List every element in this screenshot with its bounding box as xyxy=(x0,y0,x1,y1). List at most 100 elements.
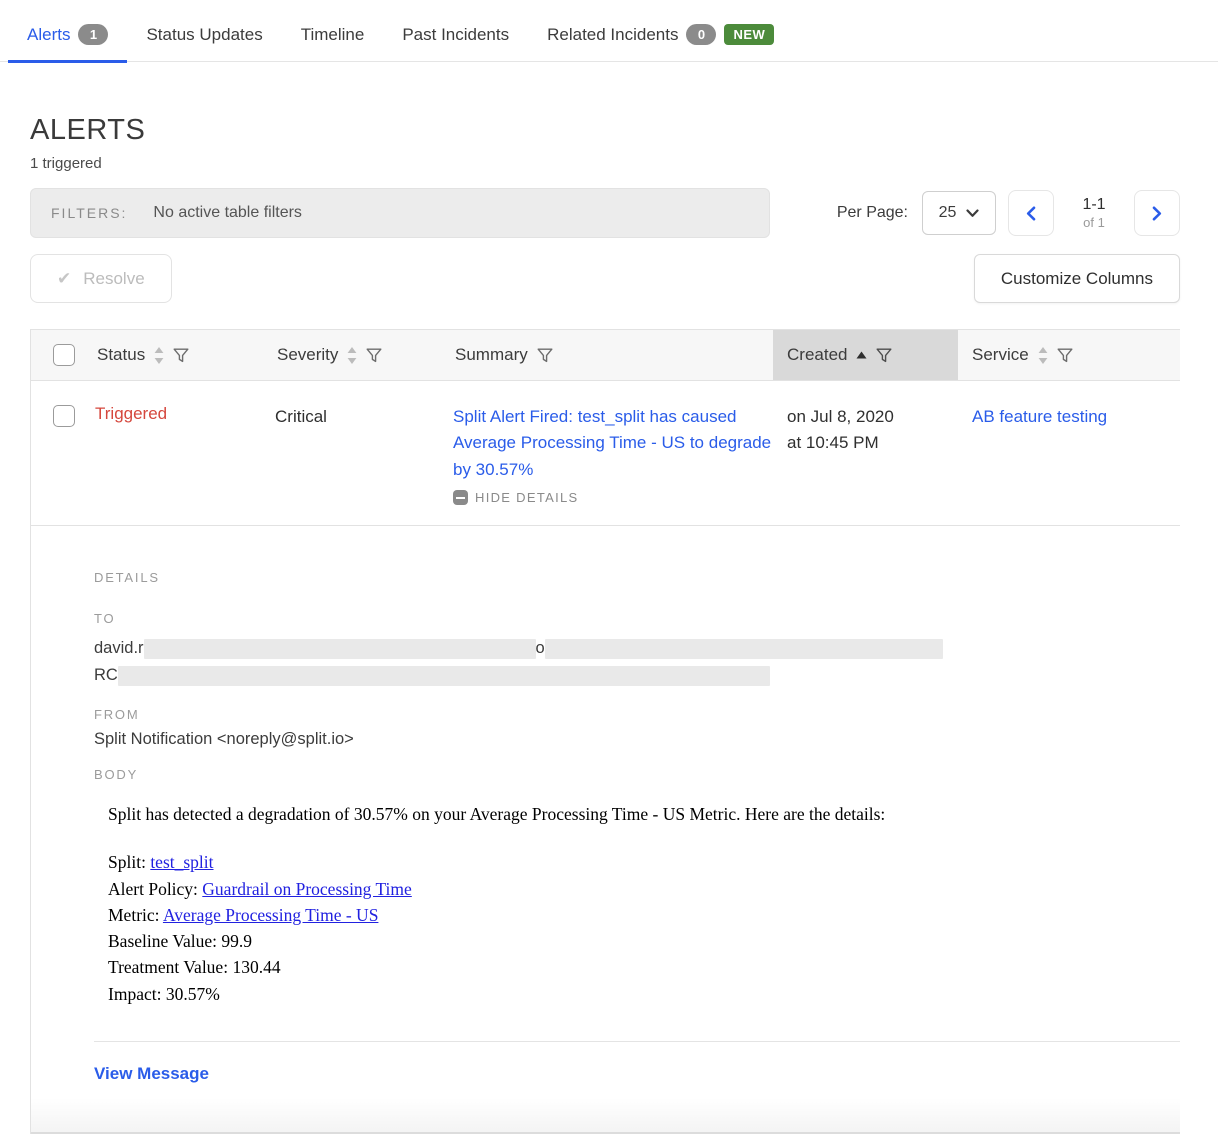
redaction-block xyxy=(545,639,943,659)
column-header-service[interactable]: Service xyxy=(958,330,1180,380)
to-recipient-text: RC xyxy=(94,666,118,684)
row-service-cell: AB feature testing xyxy=(958,404,1180,430)
page-range-current: 1-1 xyxy=(1066,195,1122,215)
customize-columns-button[interactable]: Customize Columns xyxy=(974,254,1180,303)
treatment-value: 130.44 xyxy=(232,957,280,977)
panel-bottom-edge xyxy=(31,1098,1180,1134)
filter-icon[interactable] xyxy=(1057,348,1073,363)
chevron-down-icon xyxy=(966,209,979,218)
tab-status-updates-label: Status Updates xyxy=(146,25,262,45)
filter-icon[interactable] xyxy=(876,348,892,363)
tab-timeline-label: Timeline xyxy=(301,25,365,45)
tab-past-incidents[interactable]: Past Incidents xyxy=(383,25,528,63)
sort-icon[interactable] xyxy=(1038,347,1048,364)
column-header-summary[interactable]: Summary xyxy=(453,330,773,380)
email-field-baseline: Baseline Value: 99.9 xyxy=(108,928,1180,954)
column-header-created[interactable]: Created xyxy=(773,330,958,380)
related-incidents-count-badge: 0 xyxy=(686,24,716,45)
per-page-label: Per Page: xyxy=(837,204,908,222)
field-label: Metric: xyxy=(108,905,160,925)
tab-status-updates[interactable]: Status Updates xyxy=(127,25,281,63)
check-icon: ✔ xyxy=(57,269,71,289)
impact-value: 30.57% xyxy=(166,984,220,1004)
to-recipients: david.ro RC xyxy=(94,635,1180,689)
service-link[interactable]: AB feature testing xyxy=(972,404,1180,430)
created-date: on Jul 8, 2020 xyxy=(787,404,958,430)
field-label: Split: xyxy=(108,852,146,872)
baseline-value: 99.9 xyxy=(221,931,252,951)
tab-past-incidents-label: Past Incidents xyxy=(402,25,509,45)
email-field-metric: Metric: Average Processing Time - US xyxy=(108,902,1180,928)
page-range-total: of 1 xyxy=(1066,215,1122,231)
minus-square-icon xyxy=(453,490,468,505)
row-created-cell: on Jul 8, 2020 at 10:45 PM xyxy=(773,404,958,457)
filter-icon[interactable] xyxy=(366,348,382,363)
column-header-status[interactable]: Status xyxy=(95,330,275,380)
row-status-cell: Triggered xyxy=(95,404,275,424)
tab-related-incidents[interactable]: Related Incidents 0 NEW xyxy=(528,24,793,63)
status-badge: Triggered xyxy=(95,404,167,423)
sort-asc-icon[interactable] xyxy=(856,351,867,359)
filters-status-text: No active table filters xyxy=(153,204,302,222)
email-field-split: Split: test_split xyxy=(108,849,1180,875)
prev-page-button[interactable] xyxy=(1008,190,1054,236)
alerts-count-badge: 1 xyxy=(78,24,108,45)
tab-related-incidents-label: Related Incidents xyxy=(547,25,678,45)
severity-value: Critical xyxy=(275,407,327,426)
email-field-alert-policy: Alert Policy: Guardrail on Processing Ti… xyxy=(108,876,1180,902)
alert-policy-link[interactable]: Guardrail on Processing Time xyxy=(202,879,412,899)
column-header-severity[interactable]: Severity xyxy=(275,330,453,380)
resolve-button[interactable]: ✔ Resolve xyxy=(30,254,172,303)
tab-bar: Alerts 1 Status Updates Timeline Past In… xyxy=(0,0,1218,62)
next-page-button[interactable] xyxy=(1134,190,1180,236)
row-severity-cell: Critical xyxy=(275,404,453,430)
filter-icon[interactable] xyxy=(537,348,553,363)
column-label-status: Status xyxy=(97,345,145,365)
pagination: Per Page: 25 1-1 of 1 xyxy=(837,190,1180,236)
column-label-severity: Severity xyxy=(277,345,338,365)
chevron-left-icon xyxy=(1026,206,1036,221)
filter-icon[interactable] xyxy=(173,348,189,363)
hide-details-toggle[interactable]: HIDE DETAILS xyxy=(453,490,773,505)
details-title: DETAILS xyxy=(94,570,1180,585)
alert-summary-link[interactable]: Split Alert Fired: test_split has caused… xyxy=(453,404,773,483)
filters-label: FILTERS: xyxy=(51,205,127,221)
tab-timeline[interactable]: Timeline xyxy=(282,25,384,63)
metric-link[interactable]: Average Processing Time - US xyxy=(163,905,379,925)
redaction-block xyxy=(118,666,770,686)
page-title: ALERTS xyxy=(30,114,1180,147)
alerts-panel: ALERTS 1 triggered FILTERS: No active ta… xyxy=(30,114,1180,1134)
field-label: Baseline Value: xyxy=(108,931,217,951)
select-all-cell xyxy=(31,330,95,380)
sort-icon[interactable] xyxy=(347,347,357,364)
resolve-button-label: Resolve xyxy=(83,269,144,289)
column-label-summary: Summary xyxy=(455,345,528,365)
field-label: Impact: xyxy=(108,984,161,1004)
field-label: Treatment Value: xyxy=(108,957,228,977)
view-message-link[interactable]: View Message xyxy=(94,1064,209,1084)
column-label-service: Service xyxy=(972,345,1029,365)
email-fields: Split: test_split Alert Policy: Guardrai… xyxy=(108,849,1180,1007)
from-label: FROM xyxy=(94,707,1180,722)
to-label: TO xyxy=(94,611,1180,626)
sort-icon[interactable] xyxy=(154,347,164,364)
row-checkbox[interactable] xyxy=(53,405,75,427)
filters-bar[interactable]: FILTERS: No active table filters xyxy=(30,188,770,238)
table-controls: FILTERS: No active table filters Per Pag… xyxy=(30,188,1180,238)
table-row: Triggered Critical Split Alert Fired: te… xyxy=(31,381,1180,526)
row-summary-cell: Split Alert Fired: test_split has caused… xyxy=(453,404,773,505)
page-range: 1-1 of 1 xyxy=(1066,195,1122,231)
per-page-select[interactable]: 25 xyxy=(922,191,996,235)
table-actions: ✔ Resolve Customize Columns xyxy=(30,254,1180,303)
row-select-cell xyxy=(31,404,95,427)
email-field-impact: Impact: 30.57% xyxy=(108,981,1180,1007)
to-recipient-text: o xyxy=(536,639,545,657)
tab-alerts-label: Alerts xyxy=(27,25,70,45)
select-all-checkbox[interactable] xyxy=(53,344,75,366)
body-label: BODY xyxy=(94,767,1180,782)
column-label-created: Created xyxy=(787,345,847,365)
created-time: at 10:45 PM xyxy=(787,430,958,456)
tab-alerts[interactable]: Alerts 1 xyxy=(8,24,127,63)
from-value: Split Notification <noreply@split.io> xyxy=(94,730,1180,749)
split-link[interactable]: test_split xyxy=(150,852,213,872)
